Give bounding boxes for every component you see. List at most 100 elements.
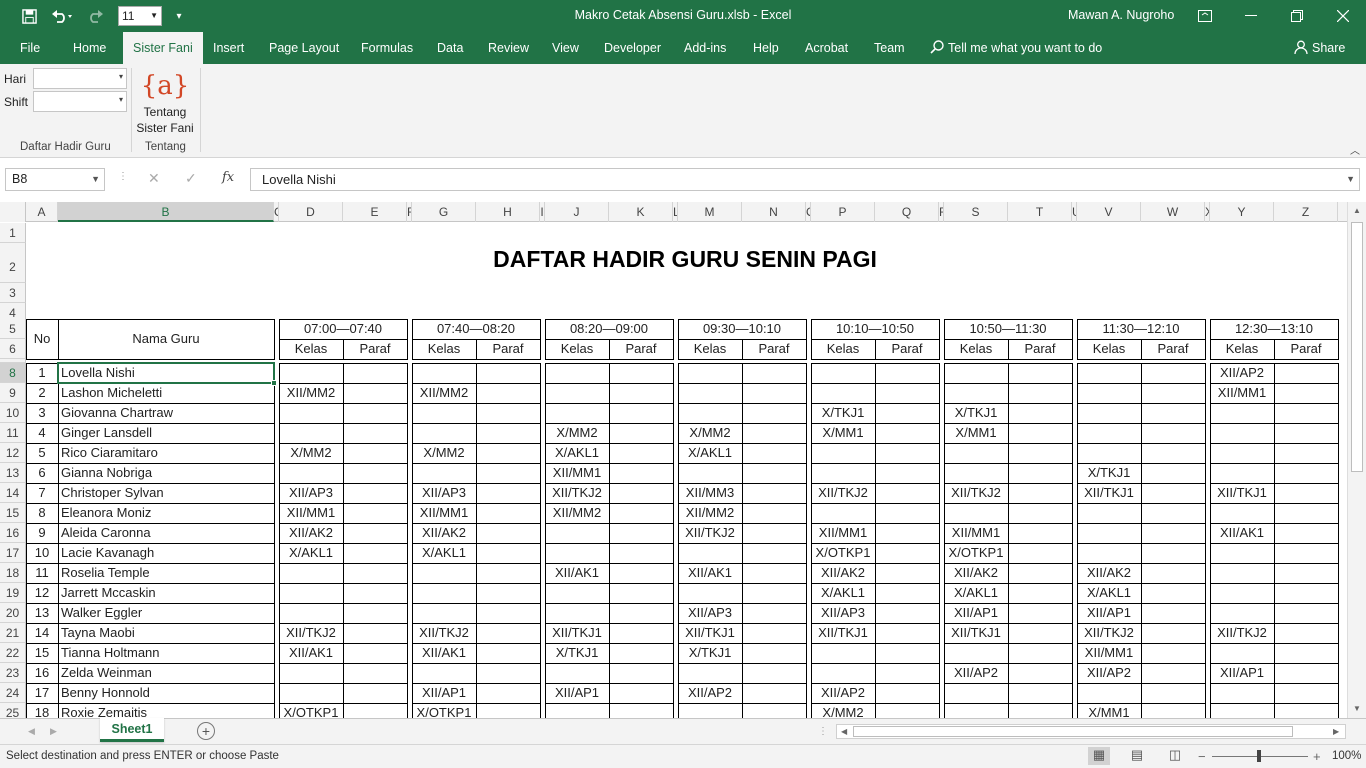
column-header[interactable]: H bbox=[476, 202, 540, 222]
column-header[interactable]: A bbox=[26, 202, 58, 222]
tell-me-search[interactable]: Tell me what you want to do bbox=[930, 32, 1102, 64]
column-header[interactable]: J bbox=[545, 202, 609, 222]
cancel-icon[interactable]: ✕ bbox=[148, 170, 160, 187]
hidden-row-header[interactable] bbox=[0, 359, 26, 363]
undo-icon[interactable] bbox=[48, 6, 76, 26]
row-header[interactable]: 24 bbox=[0, 683, 26, 703]
column-header[interactable]: T bbox=[1008, 202, 1072, 222]
tab-sister-fani[interactable]: Sister Fani bbox=[123, 32, 203, 64]
row-header[interactable]: 18 bbox=[0, 563, 26, 583]
tab-page-layout[interactable]: Page Layout bbox=[259, 32, 349, 64]
row-header[interactable]: 19 bbox=[0, 583, 26, 603]
insert-function-icon[interactable]: fx bbox=[222, 170, 234, 185]
row-header[interactable]: 20 bbox=[0, 603, 26, 623]
scroll-down-icon[interactable]: ▼ bbox=[1353, 704, 1361, 713]
horizontal-scroll-thumb[interactable] bbox=[853, 726, 1293, 737]
tab-formulas[interactable]: Formulas bbox=[351, 32, 423, 64]
normal-view-icon[interactable]: ▦ bbox=[1088, 747, 1110, 765]
column-header[interactable]: D bbox=[279, 202, 343, 222]
collapse-ribbon-icon[interactable]: ︿ bbox=[1350, 142, 1360, 157]
row-header[interactable]: 10 bbox=[0, 403, 26, 423]
zoom-out-icon[interactable]: − bbox=[1198, 749, 1206, 764]
column-header[interactable]: E bbox=[343, 202, 407, 222]
ribbon-display-options-icon[interactable] bbox=[1182, 0, 1228, 32]
tab-review[interactable]: Review bbox=[478, 32, 539, 64]
column-header[interactable]: Z bbox=[1274, 202, 1338, 222]
tab-home[interactable]: Home bbox=[63, 32, 116, 64]
tab-developer[interactable]: Developer bbox=[594, 32, 671, 64]
add-sheet-icon[interactable]: + bbox=[197, 722, 215, 740]
tab-help[interactable]: Help bbox=[743, 32, 789, 64]
row-header[interactable]: 1 bbox=[0, 223, 26, 243]
fill-handle[interactable] bbox=[271, 380, 277, 386]
row-header[interactable]: 22 bbox=[0, 643, 26, 663]
row-header[interactable]: 23 bbox=[0, 663, 26, 683]
enter-icon[interactable]: ✓ bbox=[185, 170, 197, 187]
tab-insert[interactable]: Insert bbox=[203, 32, 254, 64]
row-header[interactable]: 25 bbox=[0, 703, 26, 718]
more-options-icon[interactable]: ⋮ bbox=[118, 171, 128, 182]
prev-sheet-icon[interactable]: ◀ bbox=[28, 726, 35, 737]
page-layout-view-icon[interactable]: ▤ bbox=[1126, 747, 1148, 765]
column-header[interactable]: K bbox=[609, 202, 673, 222]
tab-file[interactable]: File bbox=[10, 32, 50, 64]
vertical-scrollbar[interactable]: ▲ ▼ bbox=[1347, 202, 1366, 718]
column-header[interactable]: G bbox=[412, 202, 476, 222]
select-all-corner[interactable] bbox=[0, 202, 26, 222]
column-header[interactable]: W bbox=[1141, 202, 1205, 222]
next-sheet-icon[interactable]: ▶ bbox=[50, 726, 57, 737]
scroll-right-icon[interactable]: ▶ bbox=[1333, 727, 1339, 736]
sheet-tab[interactable]: Sheet1 bbox=[100, 718, 164, 742]
row-header[interactable]: 13 bbox=[0, 463, 26, 483]
user-name[interactable]: Mawan A. Nugroho bbox=[1068, 8, 1174, 22]
column-header[interactable]: Q bbox=[875, 202, 939, 222]
close-icon[interactable] bbox=[1320, 0, 1366, 32]
column-header[interactable]: V bbox=[1077, 202, 1141, 222]
restore-icon[interactable] bbox=[1274, 0, 1320, 32]
formula-input[interactable]: Lovella Nishi ▼ bbox=[250, 168, 1360, 191]
row-header[interactable]: 3 bbox=[0, 283, 26, 303]
row-header[interactable]: 14 bbox=[0, 483, 26, 503]
share-button[interactable]: Share bbox=[1294, 32, 1345, 64]
vertical-scroll-thumb[interactable] bbox=[1351, 222, 1363, 472]
row-header[interactable]: 12 bbox=[0, 443, 26, 463]
redo-icon[interactable] bbox=[84, 6, 112, 26]
column-header[interactable]: P bbox=[811, 202, 875, 222]
zoom-in-icon[interactable]: + bbox=[1313, 749, 1321, 764]
tab-team[interactable]: Team bbox=[864, 32, 915, 64]
horizontal-scrollbar[interactable]: ◀ ▶ bbox=[836, 724, 1346, 739]
row-header[interactable]: 6 bbox=[0, 339, 26, 359]
column-header[interactable]: B bbox=[58, 202, 274, 222]
worksheet-grid[interactable]: ABCDEFGHIJKLMNOPQRSTUVWXYZ 1234568910111… bbox=[0, 202, 1366, 718]
column-header[interactable]: S bbox=[944, 202, 1008, 222]
row-header[interactable]: 9 bbox=[0, 383, 26, 403]
zoom-level[interactable]: 100% bbox=[1332, 750, 1361, 762]
row-header[interactable]: 11 bbox=[0, 423, 26, 443]
page-break-view-icon[interactable]: ◫ bbox=[1164, 747, 1186, 765]
column-header[interactable]: Y bbox=[1210, 202, 1274, 222]
tab-add-ins[interactable]: Add-ins bbox=[674, 32, 736, 64]
scroll-up-icon[interactable]: ▲ bbox=[1353, 206, 1361, 215]
zoom-slider-knob[interactable] bbox=[1257, 750, 1261, 762]
column-header[interactable]: N bbox=[742, 202, 806, 222]
tab-acrobat[interactable]: Acrobat bbox=[795, 32, 858, 64]
row-header[interactable]: 2 bbox=[0, 243, 26, 283]
save-icon[interactable] bbox=[18, 6, 40, 26]
row-header[interactable]: 5 bbox=[0, 319, 26, 339]
row-header[interactable]: 17 bbox=[0, 543, 26, 563]
row-header[interactable]: 8 bbox=[0, 363, 26, 383]
column-header[interactable]: M bbox=[678, 202, 742, 222]
selected-cell[interactable] bbox=[57, 362, 275, 384]
row-header[interactable]: 21 bbox=[0, 623, 26, 643]
tab-splitter-icon[interactable]: ⋮ bbox=[818, 726, 828, 737]
customize-quick-access-icon[interactable]: ▾ bbox=[170, 6, 188, 26]
name-box[interactable]: B8 ▼ bbox=[5, 168, 105, 191]
scroll-left-icon[interactable]: ◀ bbox=[841, 727, 847, 736]
minimize-icon[interactable] bbox=[1228, 0, 1274, 32]
row-header[interactable]: 16 bbox=[0, 523, 26, 543]
tentang-sister-fani-button[interactable]: {a} Tentang Sister Fani bbox=[136, 68, 194, 138]
shift-combo[interactable]: ▾ bbox=[33, 91, 127, 112]
tab-data[interactable]: Data bbox=[427, 32, 473, 64]
tab-view[interactable]: View bbox=[542, 32, 589, 64]
font-size-combo[interactable]: 11 ▼ bbox=[118, 6, 162, 26]
